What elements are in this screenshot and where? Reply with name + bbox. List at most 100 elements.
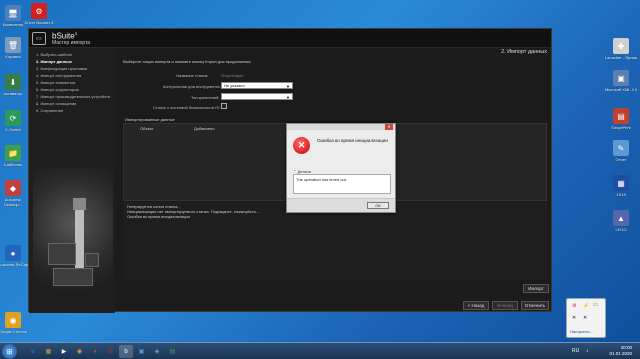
desktop-icon[interactable]: 🗑 Корзина bbox=[0, 37, 30, 59]
app-header: ▭ bSuite3 Мастер импорта bbox=[29, 29, 551, 48]
machine-illustration bbox=[33, 168, 113, 308]
desktop-icon-label: Шаблоны bbox=[4, 162, 22, 167]
tool-type-select[interactable]: ▼ bbox=[221, 93, 293, 100]
safety-checkbox[interactable] bbox=[221, 103, 227, 109]
sidebar-step: 4. Импорт инструментов bbox=[36, 73, 82, 78]
desktop-icon[interactable]: ◆ Autodesk Desktop... bbox=[0, 180, 30, 207]
desktop-icon[interactable]: ⬇ Активатор bbox=[0, 74, 30, 96]
driver-booster-icon: ⚙ bbox=[31, 3, 47, 19]
desktop-icon-label: Отчет bbox=[615, 157, 627, 162]
app-logo-icon: ▭ bbox=[32, 32, 46, 45]
chevron-down-icon: ▼ bbox=[286, 95, 290, 100]
desktop-icon[interactable]: ▲ LEGO bbox=[604, 210, 638, 232]
desktop-icon-label: Компьютер bbox=[2, 22, 24, 27]
taskbar-app-button[interactable]: ◈ bbox=[150, 345, 164, 358]
sidebar-step: 6. Импорт корректоров bbox=[36, 87, 79, 92]
taskbar-app-button[interactable]: ▶ bbox=[57, 345, 71, 358]
desktop-icon[interactable]: ▣ Microsoft XML 4.0 bbox=[604, 70, 638, 92]
app-subtitle: Мастер импорта bbox=[52, 40, 91, 46]
clock[interactable]: 20:00 01.01.2020 bbox=[609, 345, 632, 357]
taskbar-app-button[interactable]: ▣ bbox=[135, 345, 149, 358]
import-button[interactable]: Импорт bbox=[523, 284, 549, 293]
tray-icon[interactable]: ⚡ bbox=[583, 303, 589, 309]
desktop-icon[interactable]: ◉ Google Chrome bbox=[0, 312, 30, 334]
tray-icon[interactable]: ▭ bbox=[593, 302, 598, 308]
desktop-icon[interactable]: ✚ Launcher - Ярлык bbox=[604, 38, 638, 60]
desktop-icon-label: 1S18 bbox=[616, 192, 626, 197]
back-button[interactable]: < Назад bbox=[463, 301, 489, 310]
desktop-icon-label: Корзина bbox=[5, 54, 21, 59]
error-icon: ✕ bbox=[293, 137, 310, 154]
desktop-app-icon: 🖥 bbox=[5, 5, 21, 21]
customize-link[interactable]: Настроить... bbox=[570, 329, 593, 334]
desktop-app-icon: ⟳ bbox=[5, 110, 21, 126]
dialog-titlebar bbox=[287, 124, 395, 130]
driver-booster-tray-icon[interactable]: ⚙ bbox=[572, 303, 576, 309]
desktop-app-icon: ◆ bbox=[5, 180, 21, 196]
desktop-icon[interactable]: ⟳ C-Switch bbox=[0, 110, 30, 132]
workspace-select[interactable]: Не указано ▼ bbox=[221, 82, 293, 89]
ok-button[interactable]: ОК bbox=[367, 202, 389, 209]
sidebar-step: 3. Конфигурация проставки bbox=[36, 66, 88, 71]
col-header-object: Объект bbox=[140, 126, 154, 131]
desktop-icon[interactable]: 📁 Шаблоны bbox=[0, 145, 30, 167]
tool-type-label: Тип креплений: bbox=[191, 95, 220, 100]
desktop-icon[interactable]: ▤ EasyePrint bbox=[604, 108, 638, 130]
taskbar-app-button[interactable]: ● bbox=[88, 345, 102, 358]
tray-icon[interactable]: ✕ bbox=[572, 315, 576, 321]
desktop-app-icon: ✎ bbox=[613, 140, 629, 156]
taskbar-app-button[interactable]: ▦ bbox=[42, 345, 56, 358]
col-header-added: Добавлено bbox=[194, 126, 215, 131]
workspace-label: Контрольная для инструмента: bbox=[163, 84, 221, 89]
taskbar-app-button[interactable]: ◉ bbox=[73, 345, 87, 358]
instruction-text: Выберите опции импорта и нажмите кнопку … bbox=[123, 59, 251, 64]
machine-name-label: Название станка: bbox=[176, 73, 209, 78]
taskbar: ⊞ e ▦ ▶ ◉ ● ⚙ b ▣ ◈ ▤ RU ♪ 20:00 01.01.2020 bbox=[0, 342, 640, 359]
desktop-icon[interactable]: ✎ Отчет bbox=[604, 140, 638, 162]
desktop-app-icon: ▣ bbox=[613, 70, 629, 86]
cancel-button[interactable]: Отменить bbox=[521, 301, 549, 310]
start-button[interactable]: ⊞ bbox=[2, 344, 17, 359]
desktop-icon-label: EasyePrint bbox=[611, 125, 631, 130]
taskbar-app-button[interactable]: b bbox=[119, 345, 133, 358]
dialog-footer: ОК bbox=[287, 198, 395, 212]
tray-overflow-popup: ⚙ ⚡ ▭ ✕ ✕ Настроить... bbox=[566, 298, 606, 338]
desktop-app-icon: ⬇ bbox=[5, 74, 21, 90]
tray-icon[interactable]: ✕ bbox=[583, 315, 587, 321]
taskbar-app-button[interactable]: ⚙ bbox=[104, 345, 118, 358]
desktop-icon-driver-booster[interactable]: ⚙ Driver Booster 6 bbox=[22, 3, 56, 25]
next-button[interactable]: Вперед bbox=[492, 301, 518, 310]
desktop-icon-label: C-Switch bbox=[4, 127, 21, 132]
sidebar-step: 8. Импорт оснащения bbox=[36, 101, 77, 106]
desktop-icon[interactable]: ▦ 1S18 bbox=[604, 175, 638, 197]
imported-data-title: Импортированные данные bbox=[125, 117, 175, 122]
sidebar-step: 9. Сохранение bbox=[36, 108, 64, 113]
sidebar-step: 5. Импорт элементов bbox=[36, 80, 76, 85]
desktop-icon-label: LEGO bbox=[615, 227, 627, 232]
desktop-icon-label: Autodesk Desktop... bbox=[3, 197, 22, 207]
desktop-icon[interactable]: ● Autodesk ReCap bbox=[0, 245, 30, 267]
desktop-icon-label: Активатор bbox=[3, 91, 23, 96]
sidebar-step: 7. Импорт производительных устройств bbox=[36, 94, 110, 99]
desktop-icon-label: Launcher - Ярлык bbox=[604, 55, 638, 60]
taskbar-app-button[interactable]: e bbox=[26, 345, 40, 358]
chevron-down-icon: ▼ bbox=[286, 84, 290, 89]
desktop-app-icon: ▲ bbox=[613, 210, 629, 226]
volume-icon[interactable]: ♪ bbox=[586, 348, 589, 354]
sidebar-step: 1. Выбрать шаблон bbox=[36, 52, 73, 57]
desktop-icon-label: Autodesk ReCap bbox=[0, 262, 29, 267]
log-line: Ошибка во время инициализации bbox=[127, 214, 190, 219]
safety-label: Станок с системой безопасности IS: bbox=[153, 105, 221, 110]
taskbar-app-button[interactable]: ▤ bbox=[166, 345, 180, 358]
desktop-app-icon: 📁 bbox=[5, 145, 21, 161]
desktop-app-icon: ◉ bbox=[5, 312, 21, 328]
desktop-app-icon: ● bbox=[5, 245, 21, 261]
machine-name-value: Отсутствует bbox=[221, 73, 244, 78]
desktop-app-icon: ✚ bbox=[613, 38, 629, 54]
step-title: 2. Импорт данных bbox=[501, 49, 547, 55]
language-indicator[interactable]: RU bbox=[572, 348, 579, 354]
desktop-app-icon: ▦ bbox=[613, 175, 629, 191]
desktop-app-icon: ▤ bbox=[613, 108, 629, 124]
close-icon[interactable]: ✕ bbox=[385, 124, 393, 130]
sidebar-step: 2. Импорт данных bbox=[36, 59, 72, 64]
